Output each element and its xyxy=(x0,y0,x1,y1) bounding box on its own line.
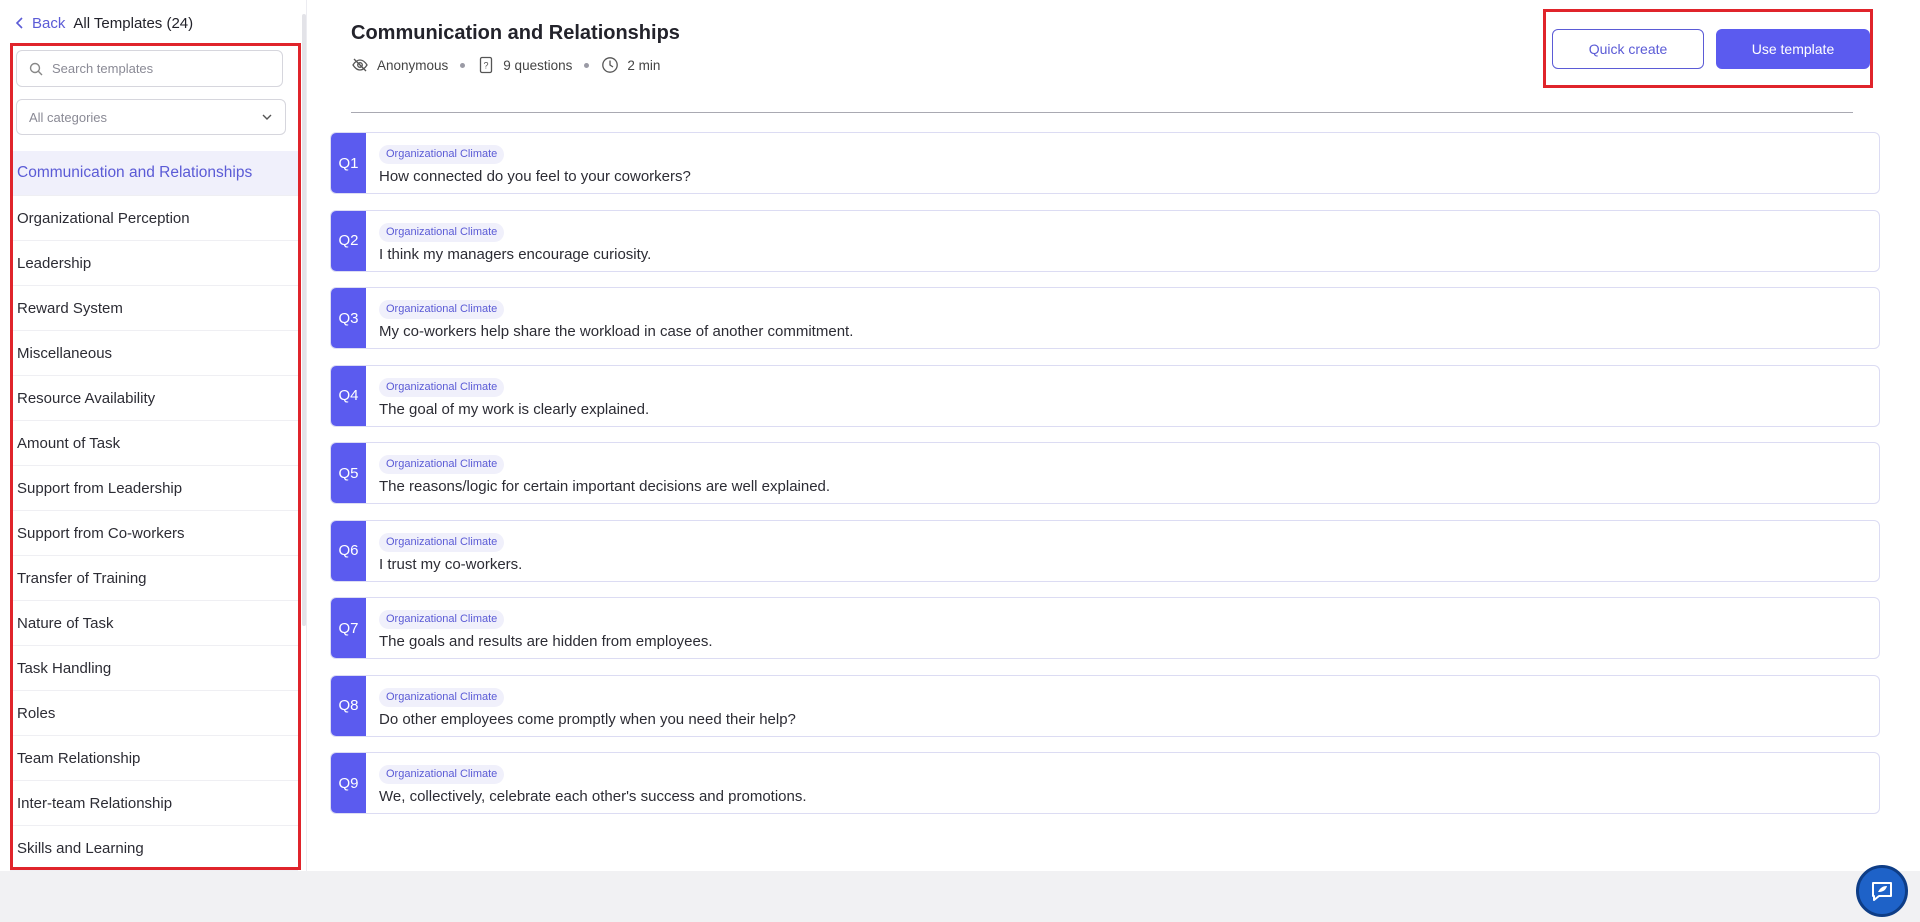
chat-button[interactable] xyxy=(1856,865,1908,917)
question-card[interactable]: Q2 Organizational Climate I think my manag… xyxy=(330,209,1880,272)
meta-separator xyxy=(584,62,590,68)
sidebar-header: Back All Templates (24) xyxy=(14,12,193,34)
back-label: Back xyxy=(32,14,66,32)
question-card[interactable]: Q3 Organizational Climate My co-workers he… xyxy=(330,287,1880,349)
question-number: Q8 xyxy=(331,675,366,736)
question-card[interactable]: Q7 Organizational Climate The goals and re… xyxy=(330,597,1880,659)
question-body: Organizational Climate The goal of my wor… xyxy=(366,366,649,426)
question-number: Q9 xyxy=(331,753,366,813)
question-text: How connected do you feel to your cowork… xyxy=(379,168,691,185)
question-card[interactable]: Q9 Organizational Climate We, collectively… xyxy=(330,752,1880,814)
page: Back All Templates (24) All categories C… xyxy=(0,0,1920,922)
question-tag: Organizational Climate xyxy=(379,377,505,397)
question-tag: Organizational Climate xyxy=(379,455,505,474)
question-body: Organizational Climate Do other employees… xyxy=(366,676,796,736)
question-body: Organizational Climate I think my manager… xyxy=(366,211,651,271)
eye-off-icon xyxy=(352,58,368,72)
question-tag: Organizational Climate xyxy=(379,687,505,707)
question-card[interactable]: Q5 Organizational Climate The reasons/logi… xyxy=(330,442,1880,504)
question-text: I think my managers encourage curiosity. xyxy=(379,245,652,263)
question-icon: ? xyxy=(480,56,493,74)
question-number: Q6 xyxy=(331,520,366,581)
clock-icon xyxy=(602,57,619,73)
question-text: The goal of my work is clearly explained… xyxy=(379,400,650,418)
question-card[interactable]: Q8 Organizational Climate Do other employe… xyxy=(330,674,1880,737)
question-body: Organizational Climate The reasons/logic … xyxy=(366,443,830,503)
question-number: Q2 xyxy=(331,210,366,271)
chat-icon xyxy=(1872,882,1892,901)
question-tag: Organizational Climate xyxy=(379,300,505,319)
sidebar-divider xyxy=(306,0,307,871)
question-text: My co-workers help share the workload in… xyxy=(379,323,854,340)
duration: 2 min xyxy=(627,57,661,73)
question-body: Organizational Climate My co-workers help… xyxy=(366,288,853,348)
all-templates-title: All Templates (24) xyxy=(73,14,194,32)
question-number: Q4 xyxy=(331,365,366,426)
question-body: Organizational Climate We, collectively, … xyxy=(366,753,807,813)
template-meta: Anonymous ? 9 questions 2 min xyxy=(351,55,660,75)
question-number: Q3 xyxy=(331,288,366,348)
question-text: The reasons/logic for certain important … xyxy=(379,478,831,495)
chevron-left-icon xyxy=(15,17,23,29)
question-card[interactable]: Q6 Organizational Climate I trust my co-wo… xyxy=(330,519,1880,582)
question-text: Do other employees come promptly when yo… xyxy=(379,710,796,728)
bottom-strip xyxy=(0,871,1920,922)
question-number: Q1 xyxy=(331,133,366,193)
quick-create-button[interactable]: Quick create xyxy=(1552,29,1704,69)
question-count: 9 questions xyxy=(503,57,573,73)
use-template-button[interactable]: Use template xyxy=(1716,29,1870,69)
page-title: Communication and Relationships xyxy=(351,22,680,44)
question-card[interactable]: Q1 Organizational Climate How connected do… xyxy=(330,132,1880,194)
question-body: Organizational Climate I trust my co-work… xyxy=(366,521,522,581)
question-card[interactable]: Q4 Organizational Climate The goal of my w… xyxy=(330,364,1880,427)
question-body: Organizational Climate The goals and resu… xyxy=(366,598,713,658)
question-text: The goals and results are hidden from em… xyxy=(379,633,713,650)
question-text: We, collectively, celebrate each other's… xyxy=(379,788,807,805)
meta-separator xyxy=(460,62,466,68)
question-tag: Organizational Climate xyxy=(379,145,505,164)
question-tag: Organizational Climate xyxy=(379,610,505,629)
question-list: Q1 Organizational Climate How connected do… xyxy=(330,132,1880,830)
svg-text:?: ? xyxy=(484,61,489,71)
highlight-box-sidebar xyxy=(10,43,301,870)
back-link[interactable]: Back xyxy=(14,15,65,32)
question-number: Q7 xyxy=(331,598,366,658)
question-text: I trust my co-workers. xyxy=(379,555,523,573)
privacy-label: Anonymous xyxy=(377,57,449,73)
question-tag: Organizational Climate xyxy=(379,765,505,784)
question-tag: Organizational Climate xyxy=(379,222,505,242)
question-body: Organizational Climate How connected do y… xyxy=(366,133,691,193)
question-number: Q5 xyxy=(331,443,366,503)
title-divider xyxy=(351,112,1853,113)
question-tag: Organizational Climate xyxy=(379,532,505,552)
